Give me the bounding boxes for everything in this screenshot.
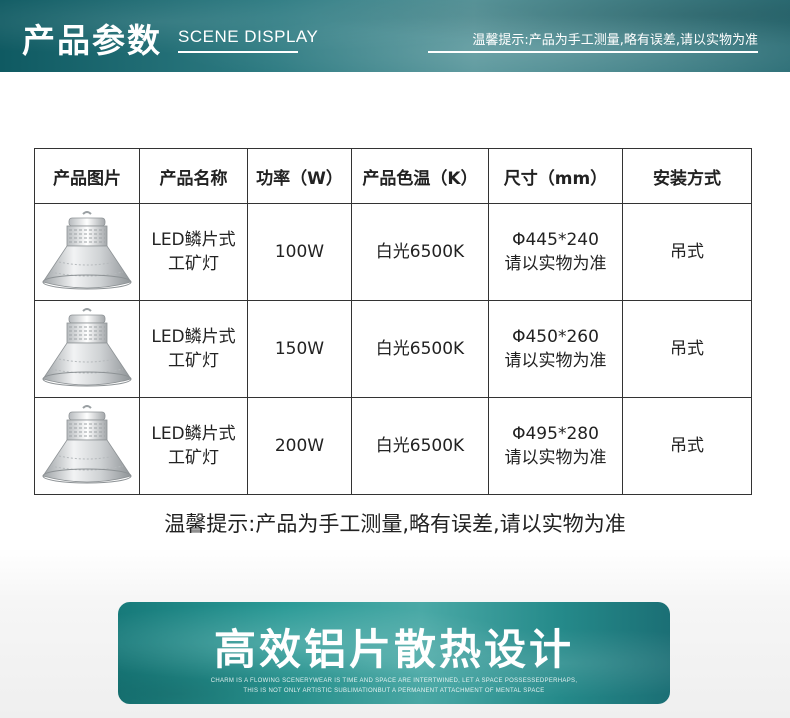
subtitle-underline (178, 51, 298, 53)
page-subtitle: SCENE DISPLAY (178, 27, 319, 46)
product-image-cell (34, 397, 140, 495)
product-name-line2: 工矿灯 (168, 448, 219, 468)
feature-caption-line2: THIS IS NOT ONLY ARTISTIC SUBLIMATIONBUT… (243, 688, 545, 694)
product-name-cell: LED鳞片式 工矿灯 (139, 397, 248, 495)
table-row: LED鳞片式 工矿灯 200W 白光6500K Φ495*280 请以实物为准 吊式 (34, 397, 752, 495)
column-header-color-temp: 产品色温（K） (351, 148, 489, 204)
size-cell: Φ450*260 请以实物为准 (488, 300, 623, 398)
size-line1: Φ445*240 (512, 230, 599, 250)
column-header-image: 产品图片 (34, 148, 140, 204)
install-cell: 吊式 (622, 203, 752, 301)
product-name-line1: LED鳞片式 (151, 327, 236, 347)
table-row: LED鳞片式 工矿灯 150W 白光6500K Φ450*260 请以实物为准 吊式 (34, 300, 752, 398)
page-title: 产品参数 (22, 21, 162, 60)
table-row: LED鳞片式 工矿灯 100W 白光6500K Φ445*240 请以实物为准 吊式 (34, 203, 752, 301)
size-cell: Φ445*240 请以实物为准 (488, 203, 623, 301)
high-bay-lamp-icon (42, 211, 132, 290)
product-name-line1: LED鳞片式 (151, 230, 236, 250)
size-line2: 请以实物为准 (504, 448, 607, 468)
color-temp-cell: 白光6500K (351, 397, 489, 495)
table-header-row: 产品图片 产品名称 功率（W） 产品色温（K） 尺寸（mm） 安装方式 (34, 148, 752, 204)
power-cell: 200W (247, 397, 352, 495)
feature-banner: 高效铝片散热设计 CHARM IS A FLOWING SCENERYWEAR … (118, 602, 670, 704)
size-line2: 请以实物为准 (504, 254, 607, 274)
product-image-cell (34, 203, 140, 301)
column-header-install: 安装方式 (622, 148, 752, 204)
spec-table-container: 产品图片 产品名称 功率（W） 产品色温（K） 尺寸（mm） 安装方式 LED鳞… (34, 148, 752, 495)
column-header-power: 功率（W） (247, 148, 352, 204)
product-name-cell: LED鳞片式 工矿灯 (139, 300, 248, 398)
product-name-line1: LED鳞片式 (151, 424, 236, 444)
product-name-cell: LED鳞片式 工矿灯 (139, 203, 248, 301)
column-header-size: 尺寸（mm） (488, 148, 623, 204)
color-temp-cell: 白光6500K (351, 300, 489, 398)
product-name-line2: 工矿灯 (168, 351, 219, 371)
measurement-note: 温馨提示:产品为手工测量,略有误差,请以实物为准 (164, 512, 626, 536)
power-cell: 100W (247, 203, 352, 301)
product-image-cell (34, 300, 140, 398)
product-name-line2: 工矿灯 (168, 254, 219, 274)
size-cell: Φ495*280 请以实物为准 (488, 397, 623, 495)
high-bay-lamp-icon (42, 308, 132, 387)
header-tip: 温馨提示:产品为手工测量,略有误差,请以实物为准 (472, 33, 758, 48)
column-header-name: 产品名称 (139, 148, 248, 204)
color-temp-cell: 白光6500K (351, 203, 489, 301)
feature-caption-line1: CHARM IS A FLOWING SCENERYWEAR IS TIME A… (210, 678, 578, 684)
feature-title: 高效铝片散热设计 (213, 625, 574, 674)
install-cell: 吊式 (622, 300, 752, 398)
size-line2: 请以实物为准 (504, 351, 607, 371)
header-banner: 产品参数 SCENE DISPLAY 温馨提示:产品为手工测量,略有误差,请以实… (0, 0, 790, 72)
high-bay-lamp-icon (42, 405, 132, 484)
tip-underline (428, 51, 758, 53)
size-line1: Φ450*260 (512, 327, 599, 347)
power-cell: 150W (247, 300, 352, 398)
install-cell: 吊式 (622, 397, 752, 495)
size-line1: Φ495*280 (512, 424, 599, 444)
spec-table: 产品图片 产品名称 功率（W） 产品色温（K） 尺寸（mm） 安装方式 LED鳞… (34, 148, 752, 495)
